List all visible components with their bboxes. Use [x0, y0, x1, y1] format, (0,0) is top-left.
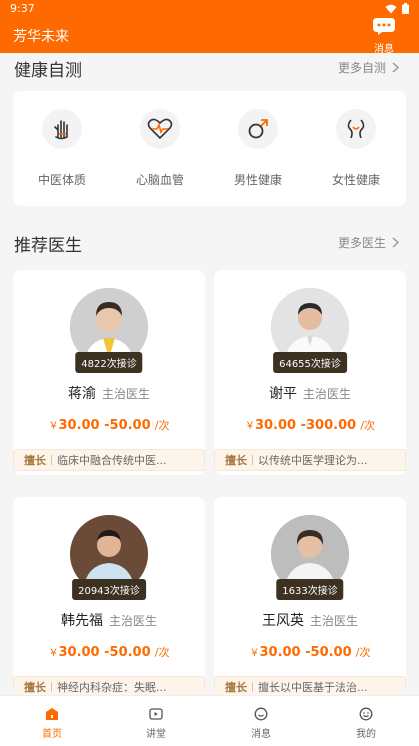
doctor-skill: 擅长 临床中融合传统中医...: [13, 449, 205, 471]
doctor-title: 主治医生: [108, 614, 157, 628]
app-bar: 芳华未来 消息: [0, 18, 419, 55]
doctor-card[interactable]: 1633次接诊 王风英 主治医生 ￥30.00 -50.00 /次 擅长 擅长以中医…: [214, 497, 406, 695]
skill-text: 神经内科杂症：失眠...: [57, 681, 167, 694]
doctor-skill: 擅长 神经内科杂症：失眠...: [13, 676, 205, 695]
consult-count-badge: 20943次接诊: [72, 579, 146, 600]
message-label: 消息: [374, 44, 394, 55]
message-button[interactable]: 消息: [369, 18, 399, 55]
doctor-title: 主治医生: [101, 387, 150, 401]
skill-text: 临床中融合传统中医...: [57, 454, 167, 467]
bottom-tab-bar: 首页 讲堂 消息 我的: [0, 695, 419, 746]
consult-count-badge: 64655次接诊: [273, 352, 347, 373]
tab-label: 我的: [356, 729, 376, 740]
self-test-item-cardio[interactable]: 心脑血管: [111, 109, 209, 188]
more-doctors-link[interactable]: 更多医生: [338, 234, 399, 251]
home-icon: [46, 708, 58, 720]
self-test-item-female[interactable]: 女性健康: [307, 109, 405, 188]
consult-count-badge: 1633次接诊: [276, 579, 344, 600]
doctor-price: ￥30.00 -50.00 /次: [13, 417, 205, 433]
doctor-title: 主治医生: [309, 614, 358, 628]
doctors-title: 推荐医生: [14, 236, 82, 256]
self-test-card: 中医体质 心脑血管 男性健康 女性健康: [13, 91, 406, 206]
self-test-item-tcm[interactable]: 中医体质: [13, 109, 111, 188]
app-title: 芳华未来: [13, 29, 69, 45]
price-value: 30.00 -50.00: [259, 645, 352, 660]
tab-label: 消息: [251, 729, 271, 740]
self-test-label: 女性健康: [331, 173, 380, 187]
doctor-skill: 擅长 以传统中医学理论为...: [214, 449, 406, 471]
tab-label: 首页: [42, 729, 62, 740]
palm-icon: [42, 109, 82, 149]
doctor-price: ￥30.00 -300.00 /次: [214, 417, 406, 433]
price-symbol: ￥: [249, 648, 260, 659]
more-doctors-label: 更多医生: [337, 236, 386, 250]
doctor-title: 主治医生: [302, 387, 351, 401]
skill-text: 以传统中医学理论为...: [258, 454, 368, 467]
doctor-name: 谢平: [268, 386, 297, 402]
skill-label: 擅长: [24, 454, 46, 467]
self-test-label: 男性健康: [233, 173, 282, 187]
doctor-name: 韩先福: [60, 613, 103, 629]
price-value: 30.00 -50.00: [58, 645, 151, 660]
status-bar: 9:37: [0, 0, 419, 18]
message-icon: [254, 707, 268, 721]
tab-messages[interactable]: 消息: [209, 706, 313, 740]
price-unit: /次: [355, 646, 371, 659]
skill-text: 擅长以中医基于法治...: [258, 681, 368, 694]
battery-icon: [402, 3, 409, 14]
doctor-card[interactable]: 20943次接诊 韩先福 主治医生 ￥30.00 -50.00 /次 擅长 神经内科…: [13, 497, 205, 695]
tab-label: 讲堂: [146, 729, 166, 740]
skill-label: 擅长: [225, 454, 247, 467]
doctors-header: 推荐医生 更多医生: [0, 231, 419, 256]
video-icon: [149, 708, 163, 720]
price-symbol: ￥: [244, 421, 255, 432]
tab-lecture[interactable]: 讲堂: [104, 706, 208, 740]
heart-pulse-icon: [140, 109, 180, 149]
self-test-label: 心脑血管: [135, 173, 184, 187]
chat-bubble-icon: [373, 18, 395, 35]
price-unit: /次: [154, 419, 170, 432]
chevron-right-icon: [392, 62, 399, 73]
doctor-price: ￥30.00 -50.00 /次: [214, 644, 406, 660]
female-icon: [336, 109, 376, 149]
price-unit: /次: [360, 419, 376, 432]
chevron-right-icon: [392, 237, 399, 248]
system-icons: [385, 3, 409, 14]
more-self-test-link[interactable]: 更多自测: [338, 59, 399, 76]
price-unit: /次: [154, 646, 170, 659]
wifi-icon: [385, 4, 397, 13]
smile-icon: [359, 707, 373, 721]
consult-count-badge: 4822次接诊: [75, 352, 143, 373]
doctor-card[interactable]: 4822次接诊 蒋渝 主治医生 ￥30.00 -50.00 /次 擅长 临床中融合传…: [13, 270, 205, 475]
doctor-skill: 擅长 擅长以中医基于法治...: [214, 676, 406, 695]
doctor-name: 王风英: [261, 613, 304, 629]
self-test-item-male[interactable]: 男性健康: [209, 109, 307, 188]
price-symbol: ￥: [48, 421, 59, 432]
status-time: 9:37: [10, 2, 35, 15]
doctor-name: 蒋渝: [67, 386, 96, 402]
tab-home[interactable]: 首页: [0, 706, 104, 740]
price-value: 30.00 -300.00: [254, 418, 357, 433]
self-test-title: 健康自测: [14, 61, 82, 81]
tab-profile[interactable]: 我的: [314, 706, 418, 740]
male-symbol-icon: [238, 109, 278, 149]
price-symbol: ￥: [48, 648, 59, 659]
self-test-header: 健康自测 更多自测: [0, 56, 419, 81]
doctor-card[interactable]: 64655次接诊 谢平 主治医生 ￥30.00 -300.00 /次 擅长 以传统中…: [214, 270, 406, 475]
skill-label: 擅长: [225, 681, 247, 694]
skill-label: 擅长: [24, 681, 46, 694]
self-test-label: 中医体质: [37, 173, 86, 187]
doctor-price: ￥30.00 -50.00 /次: [13, 644, 205, 660]
more-self-test-label: 更多自测: [337, 61, 386, 75]
price-value: 30.00 -50.00: [58, 418, 151, 433]
